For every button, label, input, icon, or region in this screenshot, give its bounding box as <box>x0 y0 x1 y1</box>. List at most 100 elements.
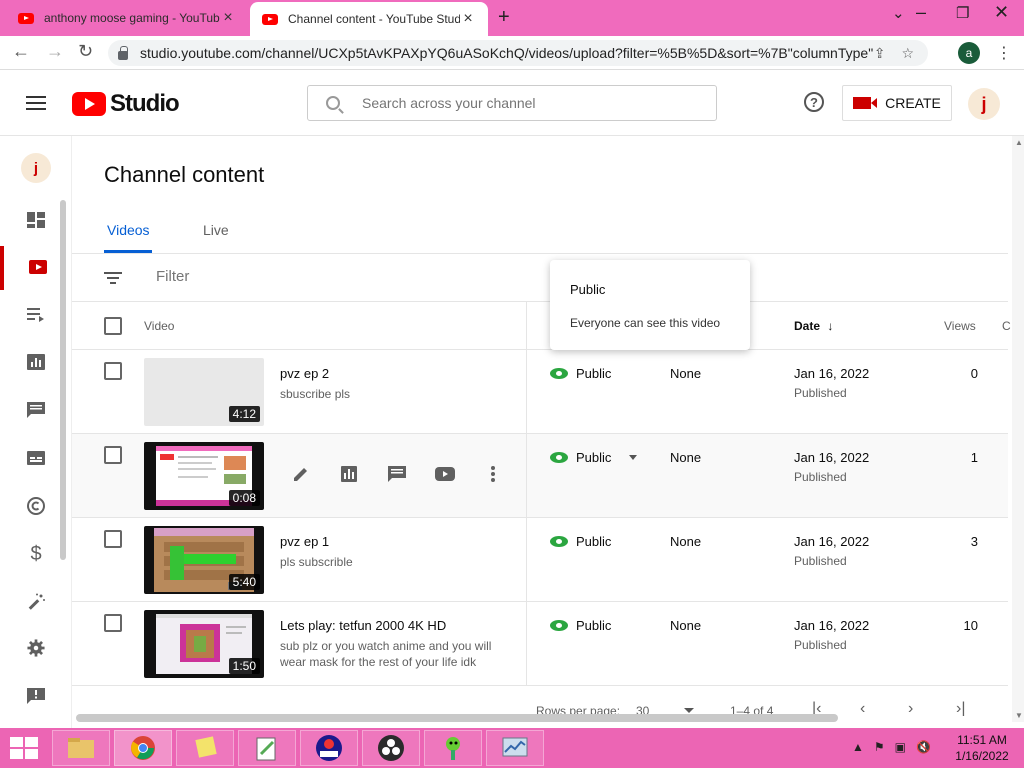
lock-icon[interactable] <box>118 45 128 60</box>
create-button[interactable]: CREATE <box>842 85 952 121</box>
browser-tab-bar: anthony moose gaming - YouTube × Channel… <box>0 0 1024 36</box>
tab-live[interactable]: Live <box>203 222 229 238</box>
channel-avatar[interactable]: j <box>0 146 72 190</box>
reload-icon[interactable]: ↻ <box>78 41 93 62</box>
nav-settings[interactable] <box>0 626 72 670</box>
forward-arrow-icon[interactable]: → <box>46 41 64 62</box>
select-all-checkbox[interactable] <box>104 317 122 335</box>
chrome-icon[interactable] <box>114 730 172 766</box>
main-vertical-scrollbar[interactable]: ▲ ▼ <box>1012 136 1024 722</box>
share-icon[interactable]: ⇪ <box>874 45 886 62</box>
studio-header: Studio ? CREATE j <box>0 70 1024 136</box>
studio-logo[interactable]: Studio <box>72 90 180 118</box>
tooltip-title: Public <box>570 282 606 297</box>
column-comments[interactable]: C <box>1002 319 1011 333</box>
publish-status: Published <box>794 386 847 400</box>
browser-tab-studio[interactable]: Channel content - YouTube Studio × <box>250 2 488 36</box>
content-icon <box>29 260 47 274</box>
sticky-notes-icon[interactable] <box>176 730 234 766</box>
close-window-icon[interactable]: ✕ <box>994 2 1009 23</box>
nav-customization[interactable] <box>0 580 72 624</box>
volume-muted-icon[interactable]: 🔇 <box>916 740 931 754</box>
row-checkbox[interactable] <box>104 446 122 464</box>
prev-page-icon[interactable]: ‹ <box>860 700 865 716</box>
tab-search-chevron-icon[interactable]: ⌄ <box>892 4 905 22</box>
task-manager-icon[interactable] <box>486 730 544 766</box>
close-tab-icon[interactable]: × <box>460 10 476 28</box>
rows-per-page-caret-icon[interactable] <box>684 708 694 713</box>
table-row[interactable]: 5:40 pvz ep 1 pls subscrible Public None… <box>72 518 1008 602</box>
windows-start-icon[interactable] <box>10 737 38 759</box>
column-views[interactable]: Views <box>944 319 976 333</box>
youtube-logo-icon <box>72 92 106 116</box>
comments-icon[interactable] <box>386 464 408 484</box>
row-checkbox[interactable] <box>104 362 122 380</box>
column-date[interactable]: Date ↓ <box>794 319 833 333</box>
restore-icon[interactable]: ❐ <box>956 4 969 22</box>
browser-tab-channel[interactable]: anthony moose gaming - YouTube × <box>6 0 248 36</box>
visibility-cell[interactable]: Public <box>550 366 611 381</box>
obs-icon[interactable] <box>362 730 420 766</box>
column-divider <box>526 302 527 686</box>
nav-scrollbar[interactable] <box>60 200 66 560</box>
row-checkbox[interactable] <box>104 614 122 632</box>
channel-search-box[interactable] <box>307 85 717 121</box>
back-arrow-icon[interactable]: ← <box>12 41 30 62</box>
video-title[interactable]: pvz ep 2 <box>280 366 329 381</box>
account-avatar[interactable]: j <box>968 88 1000 120</box>
restrictions-cell: None <box>670 618 702 633</box>
tab-title: Channel content - YouTube Studio <box>288 12 460 26</box>
help-icon[interactable]: ? <box>804 92 824 112</box>
more-options-icon[interactable] <box>482 464 504 484</box>
game-2000-icon[interactable] <box>300 730 358 766</box>
filter-bar <box>72 254 1008 302</box>
visibility-cell[interactable]: Public <box>550 618 611 633</box>
logo-text: Studio <box>110 90 180 117</box>
youtube-play-icon[interactable] <box>434 464 456 484</box>
magic-wand-icon <box>28 593 45 610</box>
video-thumbnail[interactable]: 0:08 <box>144 442 264 510</box>
tooltip-text: Everyone can see this video <box>570 316 721 330</box>
minimize-icon[interactable]: – <box>916 2 926 23</box>
row-checkbox[interactable] <box>104 530 122 548</box>
edit-pencil-icon[interactable] <box>290 464 312 484</box>
video-title[interactable]: Lets play: tetfun 2000 4K HD <box>280 618 446 633</box>
video-title[interactable]: pvz ep 1 <box>280 534 329 549</box>
tray-overflow-icon[interactable]: ▲ <box>852 740 864 754</box>
close-tab-icon[interactable]: × <box>220 9 236 27</box>
video-camera-icon <box>853 97 878 109</box>
video-thumbnail[interactable]: 1:50 <box>144 610 264 678</box>
taskbar-clock[interactable]: 11:51 AM 1/16/2022 <box>952 732 1012 764</box>
url-field[interactable]: studio.youtube.com/channel/UCXp5tAvKPAXp… <box>108 40 928 66</box>
last-page-icon[interactable]: ›| <box>956 700 965 716</box>
visibility-dropdown[interactable]: Public <box>550 450 638 465</box>
new-tab-button[interactable]: + <box>498 6 510 29</box>
tab-videos[interactable]: Videos <box>107 222 150 238</box>
notepadplusplus-icon[interactable] <box>238 730 296 766</box>
table-row[interactable]: 4:12 pvz ep 2 sbuscribe pls Public None … <box>72 350 1008 434</box>
dropdown-caret-icon <box>629 455 638 460</box>
horizontal-scrollbar[interactable] <box>76 714 838 722</box>
flag-icon[interactable]: ⚑ <box>874 740 885 754</box>
bookmark-star-icon[interactable]: ☆ <box>901 45 914 62</box>
video-thumbnail[interactable]: 5:40 <box>144 526 264 594</box>
browser-profile-avatar[interactable]: a <box>958 42 980 64</box>
file-explorer-icon[interactable] <box>52 730 110 766</box>
video-thumbnail[interactable]: 4:12 <box>144 358 264 426</box>
playlists-icon <box>27 308 44 322</box>
analytics-icon[interactable] <box>338 464 360 484</box>
search-input[interactable] <box>362 95 716 111</box>
pvz-game-icon[interactable] <box>424 730 482 766</box>
network-icon[interactable]: ▣ <box>895 740 906 754</box>
hamburger-menu-icon[interactable] <box>26 96 46 110</box>
browser-menu-icon[interactable]: ⋮ <box>996 43 1012 63</box>
nav-feedback[interactable] <box>0 674 72 718</box>
table-row[interactable]: 1:50 Lets play: tetfun 2000 4K HD sub pl… <box>72 602 1008 686</box>
youtube-favicon-icon <box>262 13 278 25</box>
table-row[interactable]: 0:08 Public None Jan 16, 2022 Published … <box>72 434 1008 518</box>
filter-icon[interactable] <box>104 272 122 287</box>
filter-input[interactable] <box>156 268 456 285</box>
visibility-cell[interactable]: Public <box>550 534 611 549</box>
duration-badge: 4:12 <box>228 406 260 422</box>
next-page-icon[interactable]: › <box>908 700 913 716</box>
